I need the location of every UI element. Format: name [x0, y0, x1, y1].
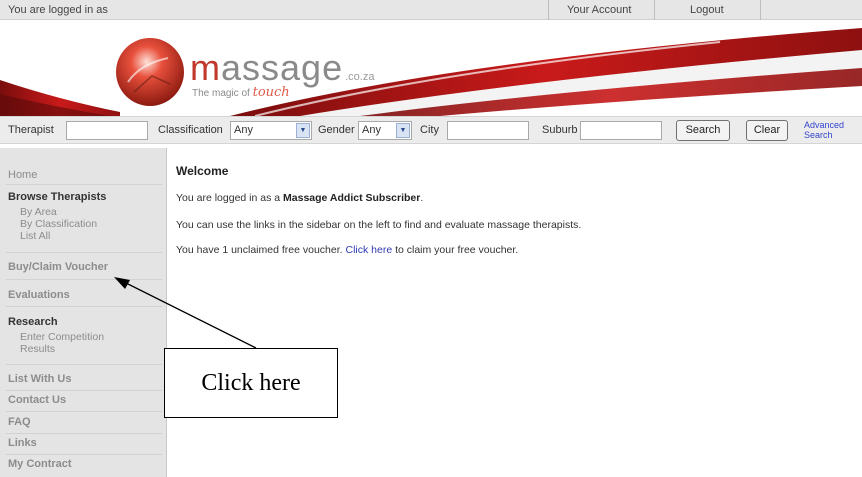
site-banner: massage .co.za The magic of touch — [0, 20, 862, 116]
sidebar-divider — [6, 390, 162, 391]
topbar-divider — [760, 0, 761, 20]
sidebar-divider — [6, 411, 162, 412]
topbar-divider — [548, 0, 549, 20]
sidebar-divider — [6, 252, 162, 253]
sidebar-divider — [6, 433, 162, 434]
sidebar-item-evaluations[interactable]: Evaluations — [8, 289, 70, 301]
sidebar-subitem-list-all[interactable]: List All — [20, 230, 50, 242]
brand-tagline: The magic of touch — [192, 85, 290, 100]
search-bar: Therapist Classification Any ▼ Gender An… — [0, 116, 862, 144]
chevron-down-icon[interactable]: ▼ — [296, 123, 310, 138]
sidebar-item-faq[interactable]: FAQ — [8, 416, 31, 428]
clear-button[interactable]: Clear — [746, 120, 788, 141]
sidebar-subitem-results[interactable]: Results — [20, 343, 55, 355]
logged-in-text: You are logged in as — [8, 4, 108, 16]
therapist-label: Therapist — [8, 124, 54, 136]
search-button[interactable]: Search — [676, 120, 730, 141]
chevron-down-icon[interactable]: ▼ — [396, 123, 410, 138]
suburb-input[interactable] — [580, 121, 662, 140]
gender-select[interactable]: Any ▼ — [358, 121, 412, 140]
sidebar-item-buy-claim-voucher[interactable]: Buy/Claim Voucher — [8, 261, 108, 273]
suburb-label: Suburb — [542, 124, 578, 136]
logout-link[interactable]: Logout — [690, 4, 724, 16]
sidebar-subitem-by-classification[interactable]: By Classification — [20, 218, 97, 230]
voucher-text: You have 1 unclaimed free voucher. Click… — [176, 244, 519, 256]
sidebar-divider — [6, 184, 162, 185]
sidebar-item-contact-us[interactable]: Contact Us — [8, 394, 66, 406]
advanced-search-link[interactable]: Advanced Search — [804, 120, 844, 140]
sidebar-item-browse-therapists[interactable]: Browse Therapists — [8, 191, 106, 203]
annotation-callout: Click here — [164, 348, 338, 418]
page-title: Welcome — [176, 164, 229, 178]
sidebar-subitem-enter-competition[interactable]: Enter Competition — [20, 331, 104, 343]
sidebar-item-my-contract[interactable]: My Contract — [8, 458, 72, 470]
your-account-link[interactable]: Your Account — [567, 4, 631, 16]
sidebar-divider — [6, 364, 162, 365]
gender-label: Gender — [318, 124, 355, 136]
classification-select[interactable]: Any ▼ — [230, 121, 312, 140]
sidebar-item-home[interactable]: Home — [8, 169, 37, 181]
sidebar-help-text: You can use the links in the sidebar on … — [176, 219, 582, 231]
sidebar-divider — [6, 306, 162, 307]
city-label: City — [420, 124, 439, 136]
therapist-input[interactable] — [66, 121, 148, 140]
sidebar-nav: Home Browse Therapists By Area By Classi… — [0, 148, 167, 477]
sidebar-divider — [6, 279, 162, 280]
classification-label: Classification — [158, 124, 223, 136]
sidebar-item-list-with-us[interactable]: List With Us — [8, 373, 71, 385]
sidebar-subitem-by-area[interactable]: By Area — [20, 206, 57, 218]
sidebar-item-research[interactable]: Research — [8, 316, 58, 328]
subscriber-status-text: You are logged in as a Massage Addict Su… — [176, 192, 424, 204]
top-bar: You are logged in as Your Account Logout — [0, 0, 862, 20]
sidebar-divider — [6, 454, 162, 455]
subscription-type: Massage Addict Subscriber — [283, 192, 421, 204]
banner-swoosh-graphic — [0, 28, 862, 116]
topbar-divider — [654, 0, 655, 20]
claim-voucher-link[interactable]: Click here — [345, 244, 392, 256]
city-input[interactable] — [447, 121, 529, 140]
sidebar-item-links[interactable]: Links — [8, 437, 37, 449]
